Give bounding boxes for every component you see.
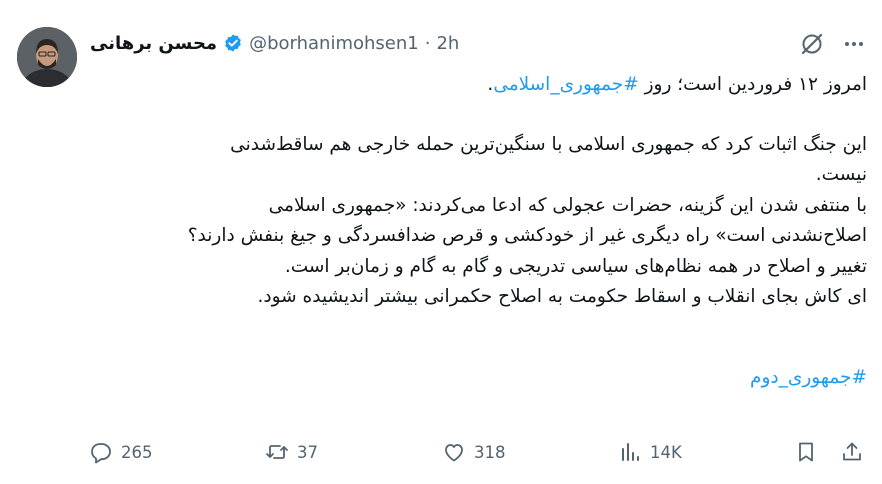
reply-count: 265 [121, 442, 153, 462]
tweet-line-3: نیست. [815, 164, 867, 185]
views-icon [622, 443, 639, 461]
repost-button[interactable]: 37 [265, 437, 318, 467]
more-icon[interactable] [841, 31, 867, 57]
reply-icon [91, 443, 111, 464]
tweet-line-4: با منتفی شدن این گزینه، حضرات عجولی که ا… [268, 194, 867, 216]
tweet-line-1: امروز ۱۲ فروردین است؛ روز #جمهوری_اسلامی… [170, 70, 867, 101]
like-count: 318 [474, 442, 506, 462]
author-handle[interactable]: @borhanimohsen1 [249, 33, 419, 54]
tweet-line-7: ای کاش بجای انقلاب و اسقاط حکومت به اصلا… [257, 286, 868, 307]
like-button[interactable]: 318 [442, 437, 506, 467]
action-bar: 265 37 318 14K [85, 437, 867, 467]
views-count: 14K [650, 442, 682, 462]
tweet-line-5: اصلاح‌نشدنی است» راه دیگری غیر از خودکشی… [187, 225, 867, 246]
author-name[interactable]: محسن برهانی [90, 33, 217, 54]
tweet-line-2: این جنگ اثبات کرد که جمهوری اسلامی با سن… [230, 133, 867, 155]
repost-count: 37 [297, 442, 318, 462]
hashtag-second-republic[interactable]: #جمهوری_دوم [750, 367, 867, 388]
line1-text: امروز ۱۲ فروردین است؛ روز [638, 74, 867, 95]
reply-button[interactable]: 265 [89, 437, 153, 467]
tweet-time[interactable]: 2h [436, 33, 459, 54]
like-icon [445, 444, 463, 462]
avatar-image [17, 27, 77, 87]
tweet-header: محسن برهانی @borhanimohsen1 · 2h [90, 31, 459, 55]
share-button[interactable] [840, 437, 864, 467]
bookmark-icon [799, 442, 813, 462]
grok-icon[interactable] [799, 31, 825, 57]
tweet-line-6: تغییر و اصلاح در همه نظام‌های سیاسی تدری… [284, 255, 867, 277]
hashtag-islamic-republic[interactable]: #جمهوری_اسلامی [493, 74, 638, 95]
separator-dot: · [424, 32, 431, 54]
avatar[interactable] [17, 27, 77, 87]
share-icon [843, 442, 861, 461]
tweet-line-8: #جمهوری_دوم [170, 363, 867, 394]
tweet-body: امروز ۱۲ فروردین است؛ روز #جمهوری_اسلامی… [170, 70, 867, 393]
repost-icon [266, 445, 288, 459]
views-button[interactable]: 14K [618, 437, 682, 467]
bookmark-button[interactable] [794, 437, 818, 467]
verified-badge-icon [223, 33, 243, 53]
